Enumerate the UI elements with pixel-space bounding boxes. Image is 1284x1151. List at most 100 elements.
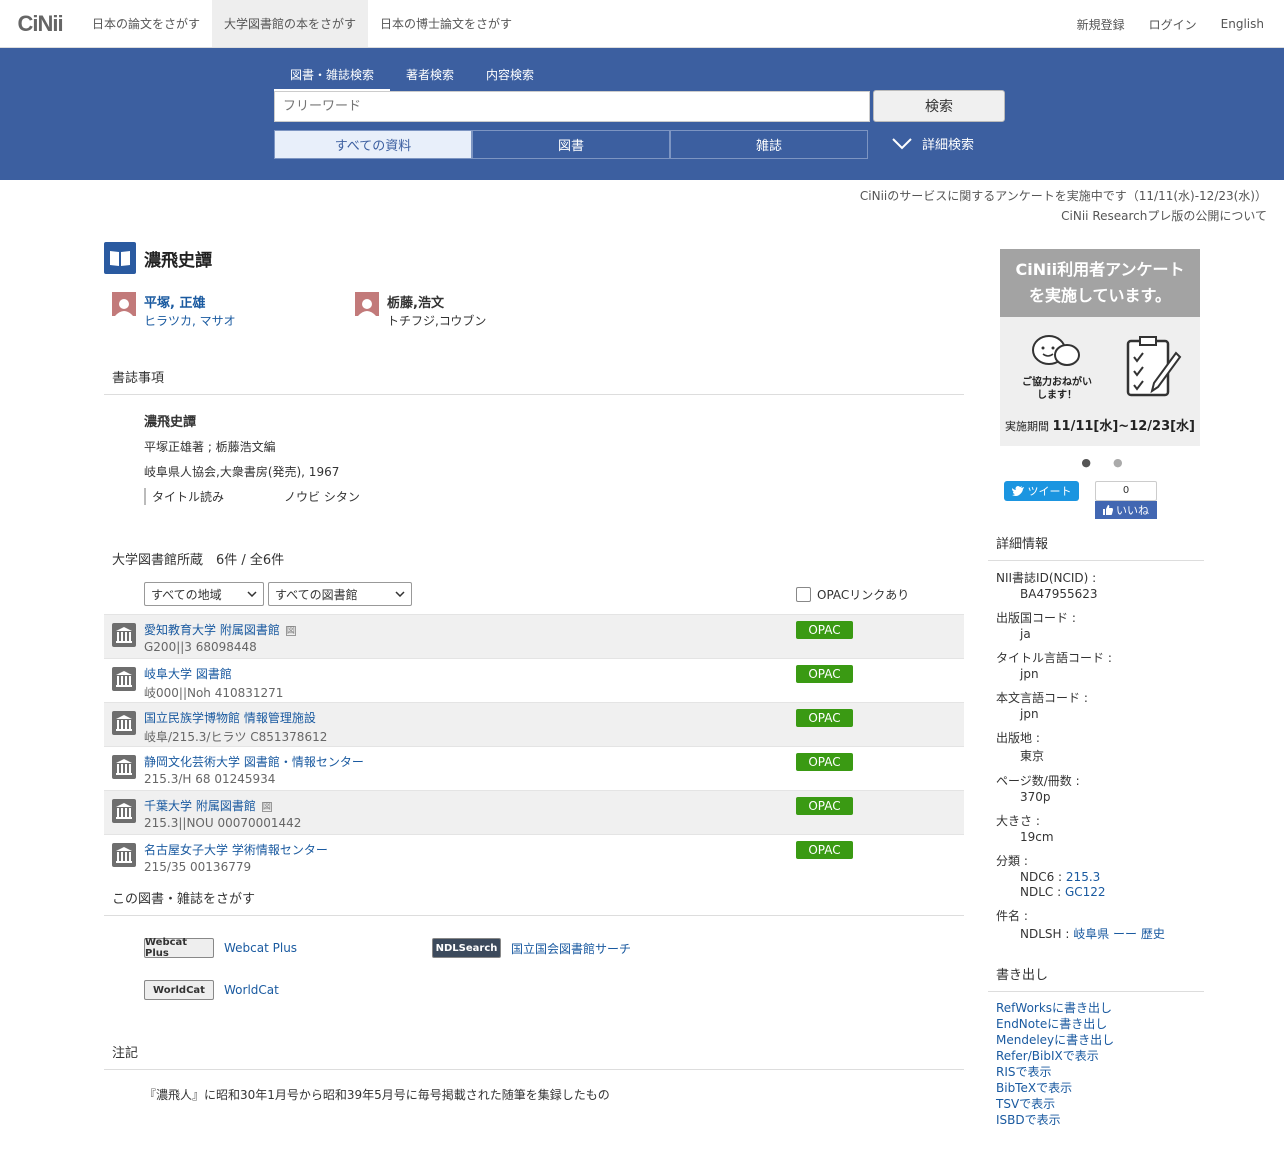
worldcat-label: WorldCat: [224, 983, 279, 997]
tab-book-search[interactable]: 図書・雑誌検索: [274, 62, 391, 91]
opac-button[interactable]: OPAC: [796, 665, 853, 683]
title-reading-value: ノウビ シタン: [284, 490, 360, 504]
export-link[interactable]: BibTeXで表示: [996, 1080, 1204, 1096]
worldcat-link[interactable]: WorldCat WorldCat: [144, 980, 279, 1000]
tab-content-search[interactable]: 内容検索: [470, 62, 550, 91]
author-name-link[interactable]: 平塚, 正雄: [144, 292, 236, 311]
opac-button[interactable]: OPAC: [796, 841, 853, 859]
survey-banner[interactable]: CiNii利用者アンケート を実施しています。 ご協力おねがい します！ 実施期…: [1000, 249, 1200, 446]
material-tab-all[interactable]: すべての資料: [274, 130, 472, 159]
carousel-dot-active[interactable]: ●: [1081, 456, 1091, 469]
details-heading: 詳細情報: [988, 533, 1204, 561]
biblio-section: 濃飛史譚 平塚正雄著 ; 栃藤浩文編 岐阜県人協会,大衆書房(発売), 1967…: [104, 411, 964, 505]
library-name-link[interactable]: 岐阜大学 図書館: [144, 667, 232, 681]
call-number: 岐阜/215.3/ヒラツ C851378612: [144, 730, 328, 744]
opac-button[interactable]: OPAC: [796, 753, 853, 771]
nav-tab-dissertations[interactable]: 日本の博士論文をさがす: [368, 0, 524, 47]
cinii-logo[interactable]: CiNii: [0, 0, 80, 47]
research-notice-link[interactable]: CiNii Researchプレ版の公開について: [1061, 207, 1267, 224]
library-name-link[interactable]: 千葉大学 附属図書館: [144, 799, 256, 813]
english-link[interactable]: English: [1221, 17, 1264, 31]
advanced-search-toggle[interactable]: 詳細検索: [892, 134, 974, 153]
detail-key: 本文言語コード :: [996, 691, 1088, 705]
opac-button[interactable]: OPAC: [796, 709, 853, 727]
detail-value: NDC6 : 215.3: [1020, 870, 1101, 884]
call-number: 岐000||Noh 410831271: [144, 686, 284, 700]
banner-bubble-text: ご協力おねがい します！: [1022, 377, 1092, 401]
chat-bubbles-icon: ご協力おねがい します！: [1022, 335, 1092, 402]
library-select[interactable]: すべての図書館: [268, 582, 412, 606]
export-link[interactable]: EndNoteに書き出し: [996, 1016, 1204, 1032]
clipboard-icon: [1126, 336, 1182, 397]
library-name-link[interactable]: 名古屋女子大学 学術情報センター: [144, 843, 328, 857]
opac-button[interactable]: OPAC: [796, 621, 853, 639]
like-count: 0: [1095, 481, 1157, 501]
banner-line2: を実施しています。: [1029, 286, 1171, 305]
author-entry: 平塚, 正雄 ヒラツカ, マサオ: [112, 292, 355, 329]
ndlsh-link[interactable]: 岐阜県 ーー 歴史: [1073, 927, 1165, 941]
detail-key: 出版国コード :: [996, 611, 1076, 625]
figure-icon[interactable]: 図: [261, 801, 272, 812]
region-select[interactable]: すべての地域: [144, 582, 264, 606]
library-name-link[interactable]: 静岡文化芸術大学 図書館・情報センター: [144, 755, 364, 769]
holdings-filters: すべての地域 すべての図書館 OPACリンクあり: [104, 578, 964, 610]
biblio-responsibility: 平塚正雄著 ; 栃藤浩文編: [144, 440, 276, 454]
carousel-dots[interactable]: ● ●: [1000, 456, 1204, 469]
detail-value: NDLC : GC122: [1020, 885, 1106, 899]
opac-button[interactable]: OPAC: [796, 797, 853, 815]
thumbs-up-icon: [1103, 505, 1113, 515]
call-number: 215.3/H 68 01245934: [144, 772, 276, 786]
ndlc-link[interactable]: GC122: [1065, 885, 1106, 899]
webcat-label: Webcat Plus: [224, 941, 298, 955]
search-button[interactable]: 検索: [873, 90, 1005, 122]
export-heading: 書き出し: [988, 964, 1204, 992]
survey-notice-link[interactable]: CiNiiのサービスに関するアンケートを実施中です（11/11(水)-12/23…: [860, 187, 1267, 204]
nav-tab-articles[interactable]: 日本の論文をさがす: [80, 0, 212, 47]
login-link[interactable]: ログイン: [1149, 16, 1197, 33]
opac-filter[interactable]: OPACリンクあり: [796, 586, 909, 603]
detail-value: jpn: [1020, 667, 1039, 681]
export-link[interactable]: RefWorksに書き出し: [996, 1000, 1204, 1016]
search-input[interactable]: [274, 91, 870, 122]
twitter-icon: [1011, 486, 1024, 496]
opac-checkbox[interactable]: [796, 587, 811, 602]
tweet-button[interactable]: ツイート: [1004, 481, 1079, 501]
export-link[interactable]: Refer/BibIXで表示: [996, 1048, 1204, 1064]
tab-author-search[interactable]: 著者検索: [390, 62, 470, 91]
page-title: 濃飛史譚: [144, 250, 212, 271]
detail-value: ja: [1020, 627, 1031, 641]
carousel-dot[interactable]: ●: [1113, 456, 1123, 469]
detail-value: 東京: [1020, 749, 1045, 763]
export-link[interactable]: TSVで表示: [996, 1096, 1204, 1112]
export-link[interactable]: Mendeleyに書き出し: [996, 1032, 1204, 1048]
detail-key: 件名 :: [996, 909, 1028, 923]
webcat-plus-link[interactable]: Webcat Plus Webcat Plus: [144, 937, 298, 959]
top-nav: CiNii 日本の論文をさがす 大学図書館の本をさがす 日本の博士論文をさがす …: [0, 0, 1284, 48]
library-name-link[interactable]: 国立民族学博物館 情報管理施設: [144, 711, 316, 725]
figure-icon[interactable]: 図: [285, 625, 296, 636]
register-link[interactable]: 新規登録: [1077, 16, 1125, 33]
ndc6-link[interactable]: 215.3: [1066, 870, 1100, 884]
material-tab-journals[interactable]: 雑誌: [670, 130, 868, 159]
worldcat-badge: WorldCat: [144, 980, 214, 1000]
advanced-search-label: 詳細検索: [922, 138, 975, 153]
avatar-icon: [355, 292, 379, 316]
biblio-publisher: 岐阜県人協会,大衆書房(発売), 1967: [144, 465, 340, 479]
notes-heading: 注記: [104, 1042, 964, 1070]
library-icon: [112, 711, 136, 735]
detail-key: 分類 :: [996, 854, 1028, 868]
export-link[interactable]: ISBDで表示: [996, 1112, 1204, 1128]
detail-value: 370p: [1020, 790, 1051, 804]
author-kana-link[interactable]: ヒラツカ, マサオ: [144, 312, 236, 329]
sidebar: CiNii利用者アンケート を実施しています。 ご協力おねがい します！ 実施期…: [988, 249, 1204, 1128]
export-link[interactable]: RISで表示: [996, 1064, 1204, 1080]
nav-tab-books[interactable]: 大学図書館の本をさがす: [212, 0, 369, 47]
call-number: 215/35 00136779: [144, 860, 252, 874]
detail-key: タイトル言語コード :: [996, 651, 1112, 665]
detail-key: 出版地 :: [996, 731, 1040, 745]
like-button[interactable]: いいね: [1095, 501, 1157, 519]
library-name-link[interactable]: 愛知教育大学 附属図書館: [144, 623, 280, 637]
material-tab-books[interactable]: 図書: [472, 130, 670, 159]
ndl-search-link[interactable]: NDLSearch 国立国会図書館サーチ: [432, 938, 631, 958]
call-number: G200||3 68098448: [144, 640, 257, 654]
